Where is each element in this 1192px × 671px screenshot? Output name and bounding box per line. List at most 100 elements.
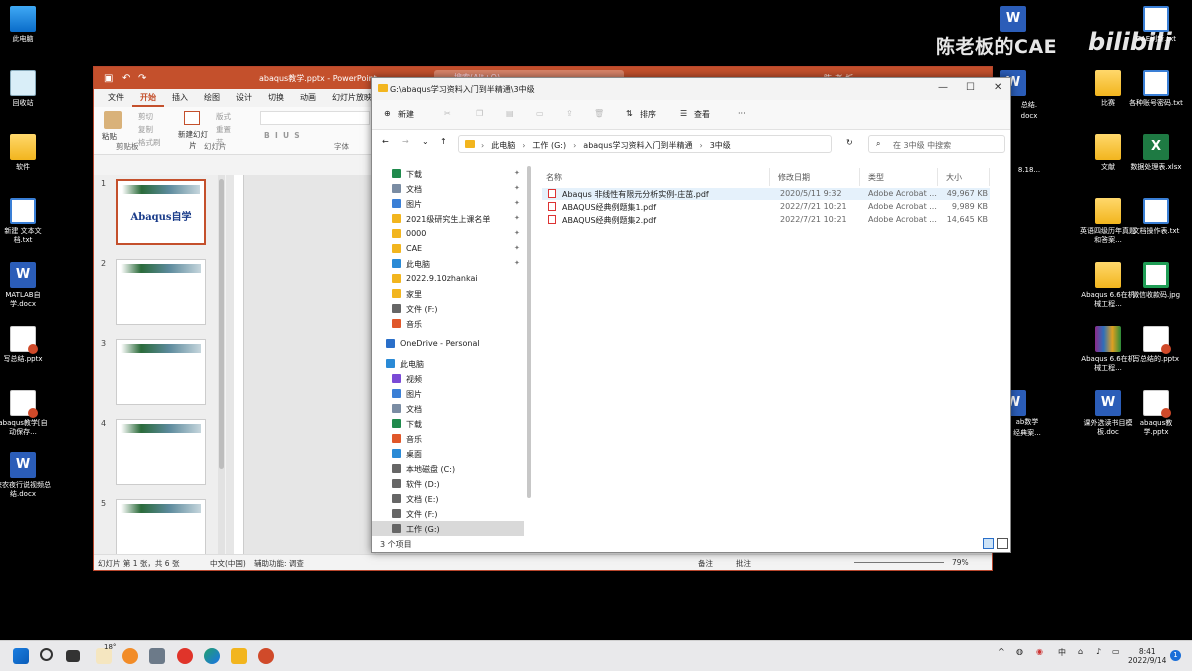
pin-icon[interactable]: ✦: [514, 169, 520, 177]
desktop-icon[interactable]: W 狭农夜行说视频总结.docx: [0, 452, 51, 499]
desktop-icon[interactable]: 各种账号密码.txt: [1128, 70, 1184, 108]
menu-tab[interactable]: 动画: [292, 89, 324, 107]
nav-item[interactable]: 图片: [372, 386, 524, 401]
nav-item[interactable]: 文档 (E:): [372, 491, 524, 506]
nav-item[interactable]: OneDrive - Personal: [372, 336, 524, 351]
zoom-slider[interactable]: [854, 562, 944, 563]
details-view-button[interactable]: [983, 538, 994, 549]
explorer-taskbar-icon[interactable]: [231, 648, 247, 664]
rename-icon[interactable]: ▭: [536, 109, 544, 118]
pin-icon[interactable]: ✦: [514, 214, 520, 222]
desktop-icon[interactable]: 新建 文本文档.txt: [0, 198, 51, 245]
desktop-icon[interactable]: X 数据处理表.xlsx: [1128, 134, 1184, 172]
desktop-icon[interactable]: abaqus教学.pptx: [1128, 390, 1184, 437]
zoom-level[interactable]: 79%: [952, 558, 969, 567]
menu-tab[interactable]: 设计: [228, 89, 260, 107]
breadcrumb-chevron-icon[interactable]: ›: [522, 141, 525, 150]
desktop-icon[interactable]: 此电脑: [0, 6, 51, 44]
breadcrumb-segment[interactable]: abaqus学习资料入门到半精通: [583, 141, 692, 150]
desktop-icon[interactable]: abaqus教学[自动保存...: [0, 390, 51, 437]
copy-icon[interactable]: ❐: [476, 109, 483, 118]
file-list[interactable]: 名称 修改日期 类型 大小 Abaqus 非线性有限元分析实例-庄茁.pdf 2020/5…: [538, 162, 1010, 539]
pin-icon[interactable]: ✦: [514, 199, 520, 207]
recent-icon[interactable]: ⌄: [422, 137, 429, 146]
explorer-title-bar[interactable]: G:\abaqus学习资料入门到半精通\3中级 — ☐ ✕: [372, 78, 1010, 100]
nav-item[interactable]: 视频: [372, 371, 524, 386]
nav-item[interactable]: 音乐: [372, 316, 524, 331]
calculator-icon[interactable]: [149, 648, 165, 664]
network-icon[interactable]: ⌂: [1078, 647, 1083, 656]
search-app-icon[interactable]: [122, 648, 138, 664]
nav-item[interactable]: 文件 (F:): [372, 506, 524, 521]
slide-thumbnail[interactable]: [116, 419, 206, 485]
notes-button[interactable]: 备注: [698, 558, 713, 569]
desktop-icon[interactable]: CAE刷新.txt: [1128, 6, 1184, 44]
sort-button[interactable]: 排序: [640, 109, 656, 120]
column-header[interactable]: 类型: [860, 168, 938, 186]
nav-item[interactable]: 家里: [372, 286, 524, 301]
paste-icon[interactable]: ▤: [506, 109, 514, 118]
nav-item[interactable]: 2022.9.10zhankai: [372, 271, 524, 286]
desktop-icon[interactable]: 软件: [0, 134, 51, 172]
desktop-icon[interactable]: 写总结.pptx: [0, 326, 51, 364]
nav-item[interactable]: 本地磁盘 (C:): [372, 461, 524, 476]
nav-item[interactable]: 2021级研究生上课名单 ✦: [372, 211, 524, 226]
search-input[interactable]: 在 3中级 中搜索: [868, 135, 1005, 153]
nav-item[interactable]: 下载: [372, 416, 524, 431]
ime-icon[interactable]: 中: [1058, 647, 1066, 658]
nav-item[interactable]: CAE ✦: [372, 241, 524, 256]
language-indicator[interactable]: 中文(中国): [210, 558, 246, 569]
column-header[interactable]: 大小: [938, 168, 990, 186]
font-name-dropdown[interactable]: [260, 111, 370, 125]
breadcrumb-segment[interactable]: 工作 (G:): [532, 141, 566, 150]
pin-icon[interactable]: ✦: [514, 244, 520, 252]
view-button[interactable]: 查看: [694, 109, 710, 120]
tiles-view-button[interactable]: [997, 538, 1008, 549]
explorer-window[interactable]: G:\abaqus学习资料入门到半精通\3中级 — ☐ ✕ ⊕ 新建 ✂ ❐ ▤…: [371, 77, 1011, 553]
breadcrumb-chevron-icon[interactable]: ›: [700, 141, 703, 150]
menu-tab[interactable]: 文件: [100, 89, 132, 107]
save-icon[interactable]: ▣: [104, 73, 113, 84]
forward-icon[interactable]: →: [402, 137, 409, 146]
antivirus-icon[interactable]: ◉: [1036, 647, 1043, 656]
close-button[interactable]: ✕: [994, 82, 1002, 93]
nav-item[interactable]: 此电脑: [372, 356, 524, 371]
clock[interactable]: 8:41 2022/9/14: [1128, 647, 1166, 665]
file-row[interactable]: Abaqus 非线性有限元分析实例-庄茁.pdf 2020/5/11 9:32 Ad…: [542, 188, 990, 200]
nav-item[interactable]: 图片 ✦: [372, 196, 524, 211]
accessibility-status[interactable]: 辅助功能: 调查: [254, 558, 304, 569]
battery-icon[interactable]: ▭: [1112, 647, 1120, 656]
column-header[interactable]: 修改日期: [770, 168, 860, 186]
desktop-icon[interactable]: 写总结的.pptx: [1128, 326, 1184, 364]
slide-editor[interactable]: [226, 175, 376, 555]
nav-item[interactable]: 音乐: [372, 431, 524, 446]
pin-icon[interactable]: ✦: [514, 259, 520, 267]
file-row[interactable]: ABAQUS经典例题集1.pdf 2022/7/21 10:21 Adobe Acr…: [542, 201, 990, 213]
paste-button[interactable]: 粘贴: [102, 131, 117, 142]
more-button[interactable]: ···: [738, 109, 746, 118]
menu-tab[interactable]: 插入: [164, 89, 196, 107]
navigation-pane[interactable]: 下载 ✦ 文档 ✦ 图片 ✦ 2021级研究生上课名单 ✦ 0000 ✦ CAE ✦ 此电脑 ✦ 2022.…: [372, 162, 532, 539]
nav-item[interactable]: 文档 ✦: [372, 181, 524, 196]
share-icon[interactable]: ⇪: [566, 109, 573, 118]
cut-icon[interactable]: ✂: [444, 109, 451, 118]
nav-item[interactable]: 此电脑 ✦: [372, 256, 524, 271]
view-icon[interactable]: ☰: [680, 109, 687, 118]
nav-scrollbar[interactable]: [527, 166, 531, 498]
desktop-icon[interactable]: 微信收款码.jpg: [1128, 262, 1184, 300]
up-icon[interactable]: ↑: [440, 137, 447, 146]
refresh-icon[interactable]: ↻: [846, 138, 853, 147]
reset-button[interactable]: 重置: [216, 124, 231, 135]
slide-thumbnails-pane[interactable]: 1 Abaqus自学 2 3 4 5: [94, 175, 225, 565]
delete-icon[interactable]: 🗑: [594, 109, 604, 118]
show-hidden-icons[interactable]: ^: [998, 647, 1005, 656]
nav-item[interactable]: 软件 (D:): [372, 476, 524, 491]
minimize-button[interactable]: —: [938, 82, 948, 93]
menu-tab[interactable]: 绘图: [196, 89, 228, 107]
column-header[interactable]: 名称: [538, 168, 770, 186]
comments-button[interactable]: 批注: [736, 558, 751, 569]
edge-icon[interactable]: [204, 648, 220, 664]
desktop-partial-icon[interactable]: W: [1000, 6, 1026, 35]
desktop-icon[interactable]: 回收站: [0, 70, 51, 108]
cut-button[interactable]: 剪切: [138, 111, 153, 122]
